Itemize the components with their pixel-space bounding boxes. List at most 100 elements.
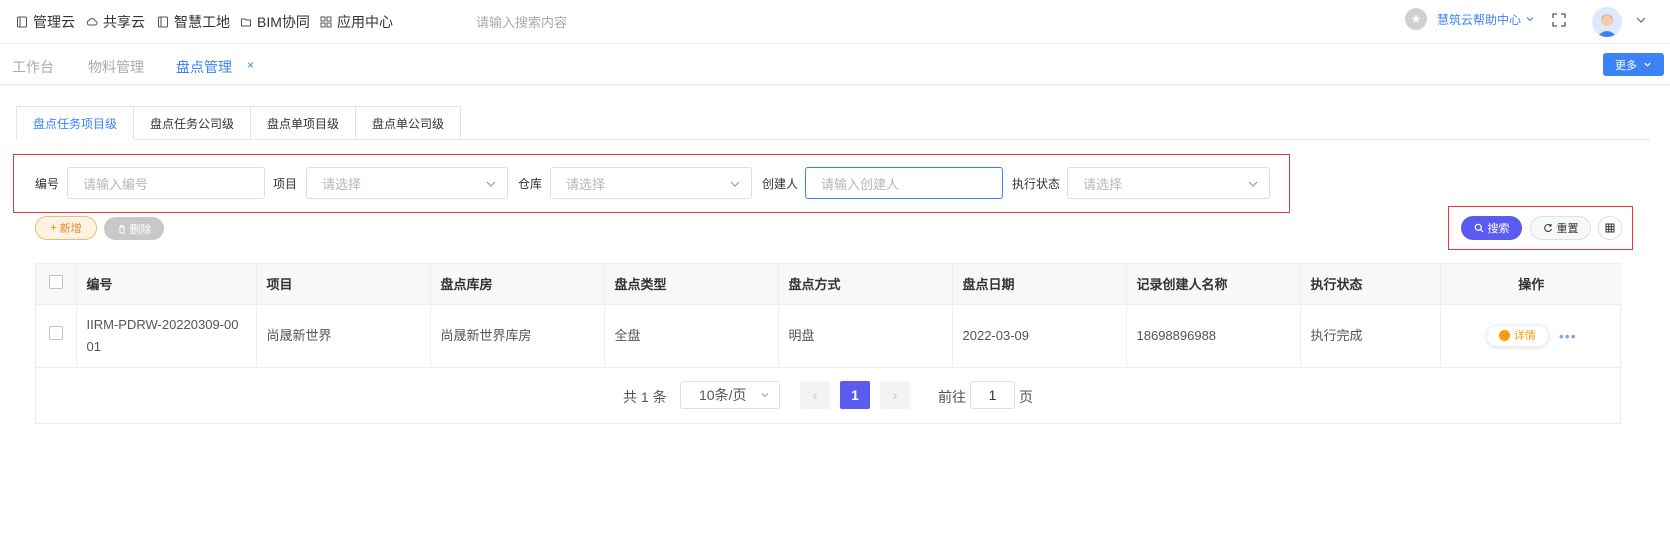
detail-button[interactable]: 详情 <box>1485 324 1549 347</box>
select-all-cell[interactable] <box>36 264 77 305</box>
cell-date: 2022-03-09 <box>952 304 1127 368</box>
project-label: 项目 <box>273 177 298 191</box>
chevron-right-icon: › <box>892 387 898 403</box>
subtab-task-project-level[interactable]: 盘点任务项目级 <box>16 106 135 140</box>
nav-item-share-cloud[interactable]: 共享云 <box>86 12 145 32</box>
column-header: 编号 <box>76 264 257 305</box>
help-center-label: 慧筑云帮助中心 <box>1437 12 1522 27</box>
tab-material-management[interactable]: 物料管理 <box>88 57 144 77</box>
chevron-down-icon <box>1644 62 1651 67</box>
nav-item-label: 智慧工地 <box>174 14 230 30</box>
nav-item-label: 共享云 <box>103 14 145 30</box>
subtab-sheet-project-level[interactable]: 盘点单项目级 <box>251 106 357 140</box>
subtab-task-company-level[interactable]: 盘点任务公司级 <box>134 106 252 140</box>
nav-item-label: BIM协同 <box>257 14 310 30</box>
warehouse-select-placeholder: 请选择 <box>566 176 606 192</box>
nav-item-bim-collab[interactable]: BIM协同 <box>240 12 310 32</box>
folder-icon <box>241 18 251 27</box>
more-button-label: 更多 <box>1615 59 1637 72</box>
close-icon[interactable]: × <box>247 58 254 72</box>
search-button[interactable]: 搜索 <box>1461 216 1522 240</box>
code-label: 编号 <box>35 177 60 191</box>
top-navigation: 管理云 共享云 智慧工地 BIM协同 应用中心 请输入搜索内容 ★ 慧筑云帮助中… <box>0 0 1670 44</box>
chevron-down-icon[interactable] <box>1635 14 1647 26</box>
nav-item-management-cloud[interactable]: 管理云 <box>16 12 75 32</box>
cell-warehouse: 尚晟新世界库房 <box>430 304 605 368</box>
user-avatar-icon <box>1597 14 1617 37</box>
cell-type: 全盘 <box>604 304 779 368</box>
search-icon <box>1474 223 1483 233</box>
page-size-value: 10条/页 <box>699 387 747 403</box>
page-tabs-bar: 工作台 物料管理 盘点管理 × <box>0 45 1670 85</box>
next-page-button[interactable]: › <box>880 381 910 409</box>
detail-button-label: 详情 <box>1513 329 1536 342</box>
page-size-select[interactable]: 10条/页 <box>680 381 780 409</box>
prev-page-button[interactable]: ‹ <box>800 381 830 409</box>
nav-item-label: 应用中心 <box>337 14 393 30</box>
page-word-label: 页 <box>1019 389 1033 405</box>
search-button-label: 搜索 <box>1487 223 1510 235</box>
status-select[interactable]: 请选择 <box>1067 167 1270 199</box>
chevron-down-icon <box>730 181 740 187</box>
global-search-input[interactable]: 请输入搜索内容 <box>476 12 567 31</box>
select-all-checkbox[interactable] <box>48 275 63 290</box>
trash-icon <box>118 224 125 233</box>
refresh-icon <box>1543 224 1552 233</box>
goto-label: 前往 <box>938 389 966 405</box>
plus-icon: + <box>50 222 57 234</box>
column-header: 盘点库房 <box>430 264 605 305</box>
delete-button-label: 删除 <box>129 223 152 236</box>
grid-icon <box>320 16 332 28</box>
table-row: IIRM-PDRW-20220309-0001 尚晟新世界 尚晟新世界库房 全盘… <box>36 304 1622 368</box>
pagination-total: 共 1 条 <box>623 389 667 405</box>
tab-inventory-management[interactable]: 盘点管理 <box>176 57 232 77</box>
reset-button-label: 重置 <box>1556 223 1579 235</box>
book-icon <box>158 16 168 28</box>
nav-item-app-center[interactable]: 应用中心 <box>320 12 393 32</box>
status-select-placeholder: 请选择 <box>1083 176 1123 192</box>
subtabs: 盘点任务项目级 盘点任务公司级 盘点单项目级 盘点单公司级 <box>16 106 462 140</box>
column-header: 项目 <box>256 264 431 305</box>
goto-page-input[interactable]: 1 <box>970 381 1015 409</box>
tab-workbench[interactable]: 工作台 <box>12 57 54 77</box>
column-header: 盘点日期 <box>952 264 1127 305</box>
chevron-left-icon: ‹ <box>812 387 818 403</box>
code-input[interactable]: 请输入编号 <box>67 167 265 199</box>
add-button-label: 新增 <box>59 223 82 235</box>
reset-button[interactable]: 重置 <box>1530 216 1591 240</box>
more-circle-icon <box>1498 330 1510 342</box>
subtab-sheet-company-level[interactable]: 盘点单公司级 <box>356 106 462 140</box>
creator-input-placeholder: 请输入创建人 <box>821 176 900 192</box>
code-input-placeholder: 请输入编号 <box>83 176 149 192</box>
avatar[interactable] <box>1592 7 1622 37</box>
delete-button[interactable]: 删除 <box>104 217 164 240</box>
chevron-down-icon <box>762 393 769 398</box>
nav-item-label: 管理云 <box>33 14 75 30</box>
project-select-placeholder: 请选择 <box>322 176 362 192</box>
cell-project: 尚晟新世界 <box>256 304 431 368</box>
project-select[interactable]: 请选择 <box>306 167 508 199</box>
creator-input[interactable]: 请输入创建人 <box>805 167 1003 199</box>
add-button[interactable]: + 新增 <box>35 216 97 240</box>
help-center-link[interactable]: ★ 慧筑云帮助中心 <box>1405 8 1535 30</box>
more-options-icon[interactable]: ••• <box>1559 328 1577 344</box>
page-number-current[interactable]: 1 <box>840 381 870 409</box>
cell-actions: 详情 ••• <box>1440 304 1622 368</box>
nav-item-smart-site[interactable]: 智慧工地 <box>157 12 230 32</box>
star-badge-icon: ★ <box>1405 8 1427 30</box>
warehouse-select[interactable]: 请选择 <box>550 167 752 199</box>
more-button[interactable]: 更多 <box>1603 53 1664 76</box>
cell-code: IIRM-PDRW-20220309-0001 <box>76 304 257 368</box>
row-select-cell[interactable] <box>36 304 77 368</box>
creator-label: 创建人 <box>762 177 799 191</box>
grid-icon <box>1605 223 1615 233</box>
cell-status: 执行完成 <box>1300 304 1441 368</box>
status-label: 执行状态 <box>1012 177 1061 191</box>
column-settings-button[interactable] <box>1598 216 1622 240</box>
fullscreen-icon[interactable] <box>1552 13 1566 27</box>
cell-creator: 18698896988 <box>1126 304 1301 368</box>
row-checkbox[interactable] <box>48 325 63 340</box>
table-header-row: 编号 项目 盘点库房 盘点类型 盘点方式 盘点日期 记录创建人名称 执行状态 操… <box>36 264 1622 305</box>
column-header: 盘点方式 <box>778 264 953 305</box>
chevron-down-icon <box>1248 181 1258 187</box>
